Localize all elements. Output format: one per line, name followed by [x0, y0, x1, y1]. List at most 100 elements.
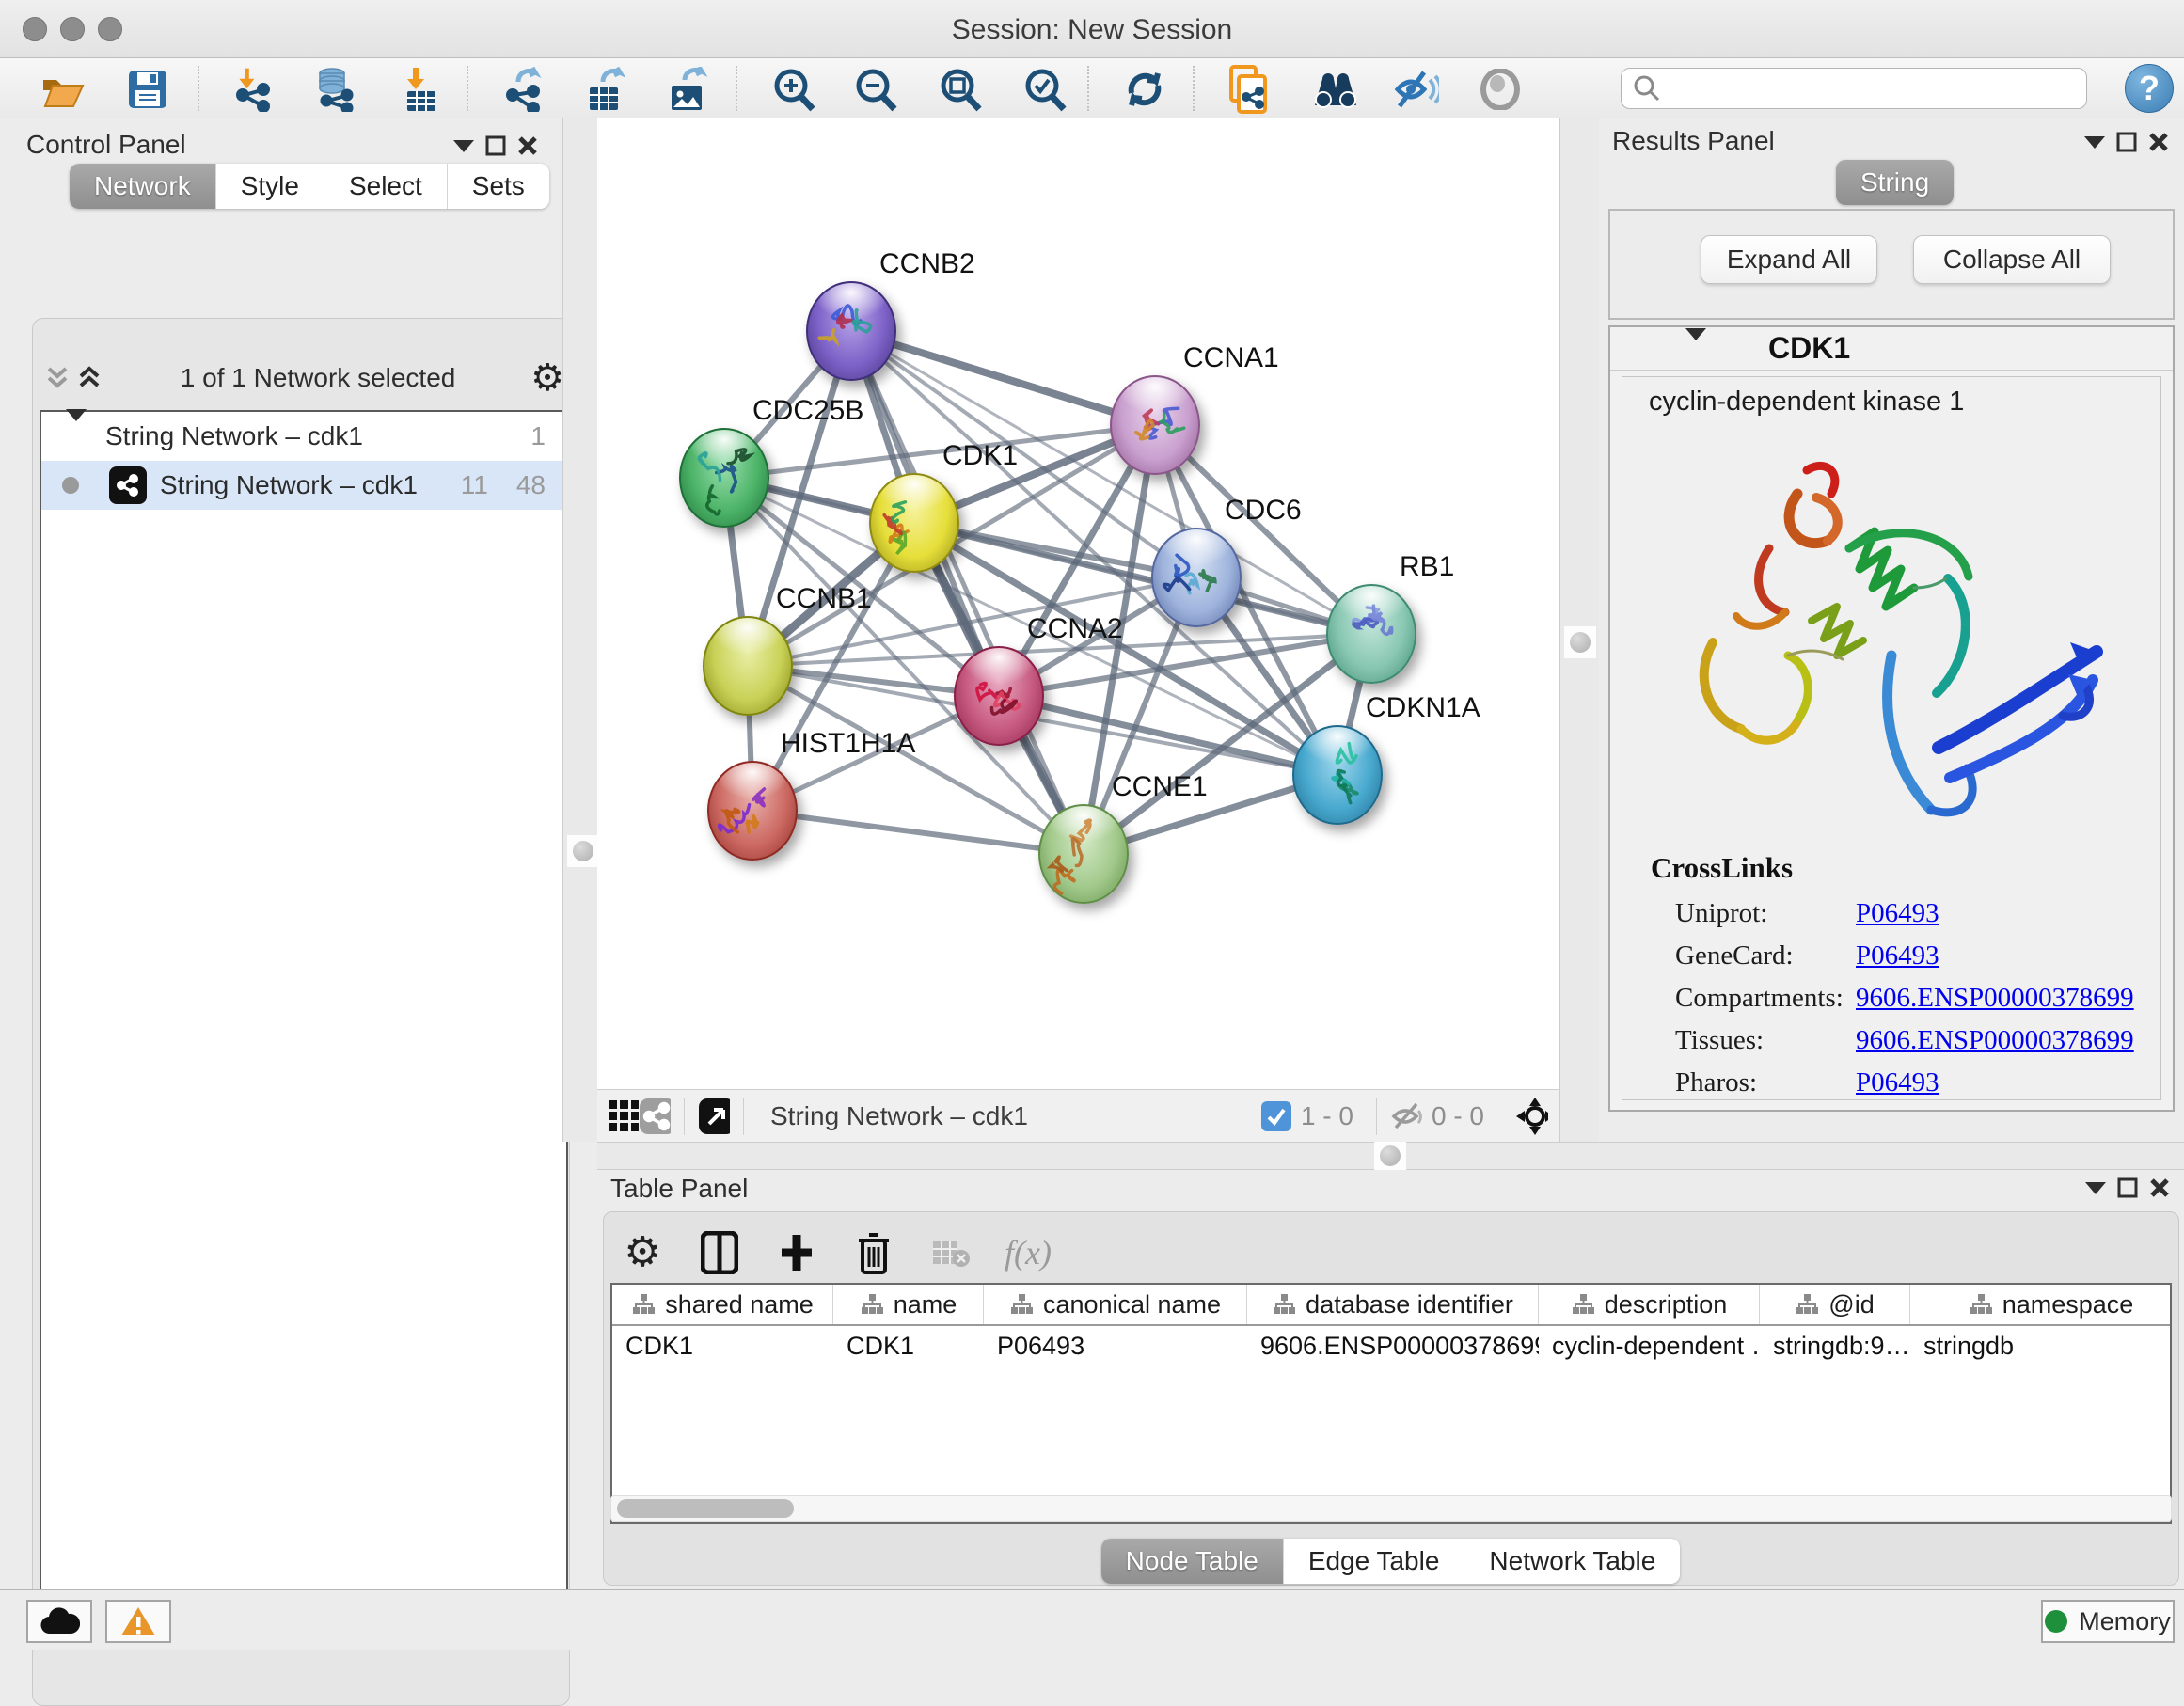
crosslink-compartments-[interactable]: 9606.ENSP00000378699 — [1856, 983, 2134, 1014]
expand-all-button[interactable]: Expand All — [1701, 235, 1877, 284]
tab-network-table[interactable]: Network Table — [1464, 1539, 1680, 1584]
import-network-database-button[interactable] — [311, 66, 358, 113]
zoom-out-button[interactable] — [852, 66, 899, 113]
birds-eye-view-button[interactable] — [1477, 66, 1524, 113]
memory-button[interactable]: Memory — [2041, 1600, 2175, 1643]
show-columns-icon[interactable] — [697, 1230, 742, 1275]
table-cell[interactable]: stringdb:9… — [1760, 1326, 1910, 1366]
selected-nodes-checkbox[interactable] — [1261, 1101, 1291, 1131]
collection-expand-icon[interactable] — [66, 421, 87, 451]
column-header-canonical-name[interactable]: canonical name — [984, 1285, 1247, 1324]
network-node-cdc25b[interactable] — [679, 428, 769, 528]
network-node-cdk1[interactable] — [869, 473, 959, 573]
open-session-button[interactable] — [40, 66, 87, 113]
table-cell[interactable]: CDK1 — [833, 1326, 984, 1366]
collapse-all-button[interactable]: Collapse All — [1913, 235, 2111, 284]
network-node-rb1[interactable] — [1326, 584, 1416, 684]
network-node-hist1h1a[interactable] — [707, 761, 798, 861]
cloud-status-button[interactable] — [26, 1600, 92, 1643]
bottom-splitter-handle[interactable] — [1374, 1140, 1406, 1172]
zoom-selected-button[interactable] — [1021, 66, 1068, 113]
clone-network-button[interactable] — [1225, 66, 1272, 113]
network-collection-row[interactable]: String Network – cdk1 1 — [41, 412, 566, 461]
column-header-description[interactable]: description — [1539, 1285, 1760, 1324]
tab-sets[interactable]: Sets — [448, 164, 549, 209]
crosslink-pharos-[interactable]: P06493 — [1856, 1067, 1939, 1098]
scrollbar-thumb[interactable] — [617, 1499, 794, 1518]
crosslink-genecard-[interactable]: P06493 — [1856, 940, 1939, 971]
network-node-cdkn1a[interactable] — [1292, 725, 1383, 825]
table-cell[interactable]: stringdb — [1910, 1326, 2172, 1366]
birdseye-toggle-icon[interactable] — [607, 1102, 639, 1130]
network-row[interactable]: String Network – cdk1 11 48 — [41, 461, 566, 510]
close-panel-icon[interactable] — [2143, 128, 2175, 156]
table-horizontal-scrollbar[interactable] — [610, 1495, 2172, 1522]
zoom-in-button[interactable] — [770, 66, 817, 113]
expand-all-tree-icon[interactable] — [73, 364, 105, 392]
protein-texture — [956, 648, 1046, 748]
export-image-button[interactable] — [662, 66, 709, 113]
import-network-file-button[interactable] — [229, 66, 277, 113]
network-canvas[interactable]: CCNB2CCNA1CDC25BCDK1CDC6RB1CCNB1CCNA2CDK… — [597, 118, 1559, 1089]
column-header-name[interactable]: name — [833, 1285, 984, 1324]
network-options-gear-icon[interactable]: ⚙ — [530, 359, 564, 397]
network-node-ccne1[interactable] — [1038, 804, 1129, 904]
tab-network[interactable]: Network — [70, 164, 216, 209]
table-row[interactable]: CDK1CDK1P064939606.ENSP00000378699cyclin… — [612, 1326, 2170, 1366]
zoom-fit-button[interactable] — [937, 66, 984, 113]
tab-style[interactable]: Style — [216, 164, 324, 209]
network-share-icon[interactable] — [639, 1102, 671, 1130]
column-header--id[interactable]: @id — [1760, 1285, 1910, 1324]
warnings-button[interactable] — [105, 1600, 171, 1643]
bottom-splitter[interactable] — [597, 1142, 2184, 1170]
panel-menu-icon[interactable] — [448, 132, 480, 160]
import-table-button[interactable] — [396, 66, 443, 113]
popout-view-icon[interactable] — [698, 1102, 730, 1130]
panel-menu-icon[interactable] — [2080, 1174, 2112, 1202]
close-panel-icon[interactable] — [512, 132, 544, 160]
center-view-crosshair-icon[interactable] — [1516, 1102, 1548, 1130]
gene-collapse-icon[interactable] — [1685, 340, 1706, 357]
export-network-button[interactable] — [499, 66, 546, 113]
hidden-eye-icon[interactable] — [1390, 1102, 1422, 1130]
delete-column-icon[interactable] — [851, 1230, 896, 1275]
tab-edge-table[interactable]: Edge Table — [1284, 1539, 1465, 1584]
table-cell[interactable]: P06493 — [984, 1326, 1247, 1366]
refresh-layout-button[interactable] — [1121, 66, 1168, 113]
network-node-ccnb1[interactable] — [703, 616, 793, 716]
right-splitter[interactable] — [1559, 118, 1600, 1142]
network-node-ccna1[interactable] — [1110, 375, 1200, 475]
crosslink-tissues-[interactable]: 9606.ENSP00000378699 — [1856, 1025, 2134, 1056]
right-splitter-handle[interactable] — [1564, 626, 1596, 658]
table-options-gear-icon[interactable]: ⚙ — [620, 1230, 665, 1275]
float-panel-icon[interactable] — [2111, 128, 2143, 156]
tab-node-table[interactable]: Node Table — [1101, 1539, 1284, 1584]
binoculars-button[interactable] — [1311, 66, 1358, 113]
tab-select[interactable]: Select — [324, 164, 448, 209]
tab-string[interactable]: String — [1836, 160, 1954, 205]
save-session-button[interactable] — [124, 66, 171, 113]
column-header-database-identifier[interactable]: database identifier — [1247, 1285, 1539, 1324]
help-button[interactable]: ? — [2125, 64, 2174, 113]
collapse-all-tree-icon[interactable] — [41, 364, 73, 392]
float-panel-icon[interactable] — [2112, 1174, 2144, 1202]
network-node-cdc6[interactable] — [1151, 528, 1242, 627]
protein-texture — [1294, 727, 1385, 827]
column-header-shared-name[interactable]: shared name — [612, 1285, 833, 1324]
table-cell[interactable]: CDK1 — [612, 1326, 833, 1366]
create-column-icon[interactable] — [774, 1230, 819, 1275]
float-panel-icon[interactable] — [480, 132, 512, 160]
left-splitter-handle[interactable] — [567, 835, 599, 867]
table-cell[interactable]: cyclin-dependent … — [1539, 1326, 1760, 1366]
export-table-button[interactable] — [580, 66, 627, 113]
close-panel-icon[interactable] — [2144, 1174, 2176, 1202]
hide-graphics-details-button[interactable] — [1392, 66, 1439, 113]
search-input[interactable] — [1661, 74, 2065, 103]
panel-menu-icon[interactable] — [2079, 128, 2111, 156]
crosslink-uniprot-[interactable]: P06493 — [1856, 898, 1939, 929]
network-node-ccnb2[interactable] — [806, 281, 896, 381]
column-header-namespace[interactable]: namespace — [1910, 1285, 2172, 1324]
network-node-ccna2[interactable] — [954, 646, 1044, 746]
gene-section-header[interactable]: CDK1 — [1610, 327, 2173, 371]
table-cell[interactable]: 9606.ENSP00000378699 — [1247, 1326, 1539, 1366]
